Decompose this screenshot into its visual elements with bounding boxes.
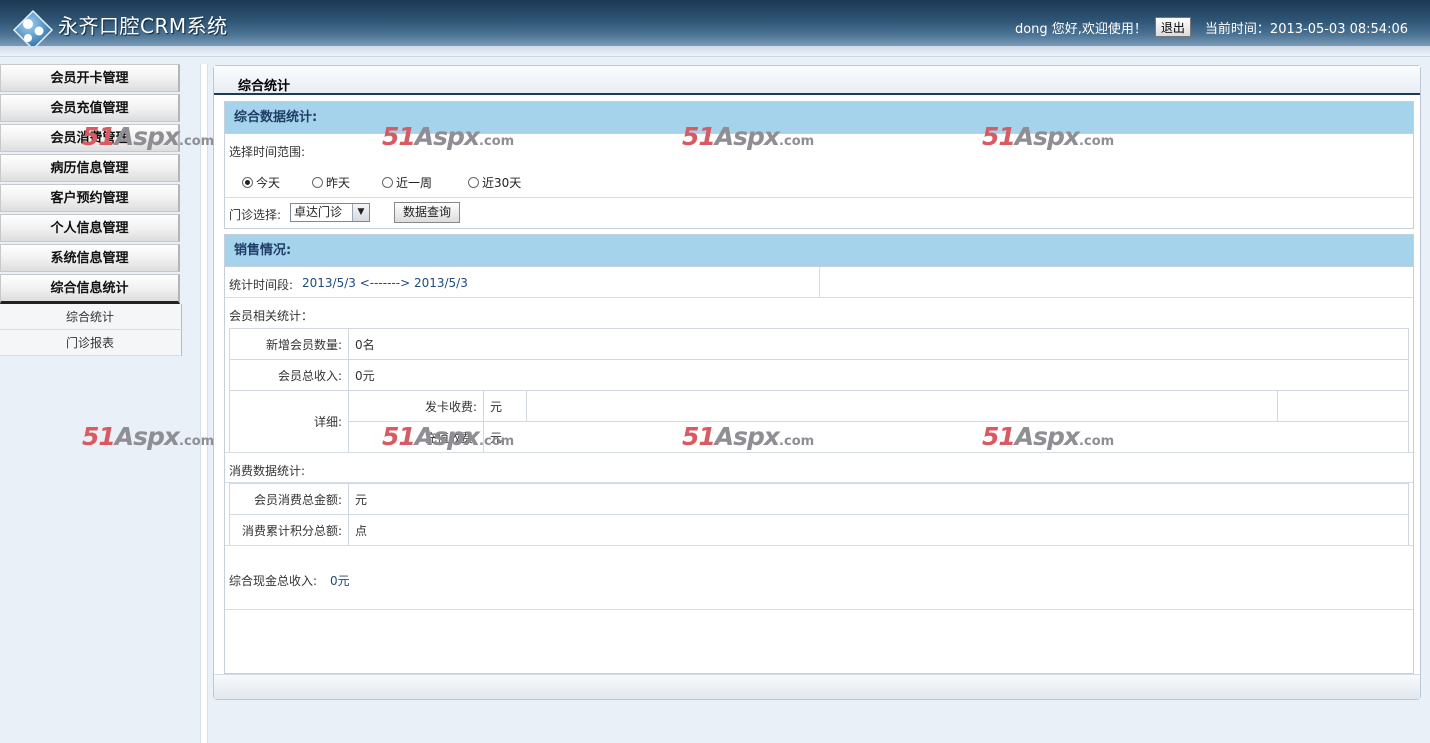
submenu-item-clinic-report[interactable]: 门诊报表 [0,330,180,356]
app-title: 永齐口腔CRM系统 [58,14,228,38]
sidebar: 会员开卡管理 会员充值管理 会员消费管理 病历信息管理 客户预约管理 个人信息管… [0,64,182,356]
period-value: 2013/5/3 <-------> 2013/5/3 [302,276,468,290]
table-row: 消费累计积分总额: 点 [229,514,1409,546]
sidebar-submenu: 综合统计 门诊报表 [0,304,182,356]
cash-income-row: 综合现金总收入: 0元 [225,545,1413,610]
radio-yesterday-label: 昨天 [326,176,351,190]
consume-total-label: 会员消费总金额: [229,483,349,515]
panel-header: 综合统计 [214,66,1420,95]
user-area: dong 您好,欢迎使用！ 退出 当前时间：2013-05-03 08:54:0… [1015,17,1408,37]
user-greeting: dong 您好,欢迎使用！ [1014,21,1147,37]
radio-last-30-days-dot[interactable] [468,177,479,188]
new-members-value: 0名 [348,328,1409,360]
clinic-select[interactable]: 卓达门诊 ▼ [290,203,370,222]
range-radio-row: 今天 昨天 近一周 近30天 [225,166,1413,198]
summary-section: 综合数据统计: 选择时间范围: 今天 昨天 近一周 近30天 门诊选择: 卓达门… [224,101,1414,229]
cash-income-label: 综合现金总收入: [229,574,318,588]
radio-last-30-days[interactable]: 近30天 [468,174,521,191]
member-stats-row: 会员相关统计： [225,298,1413,329]
radio-today-dot[interactable] [242,177,253,188]
member-income-value: 0元 [348,359,1409,391]
chevron-down-icon[interactable]: ▼ [352,204,369,221]
consume-total-value: 元 [348,483,1409,515]
sidebar-item-statistics[interactable]: 综合信息统计 [0,274,180,304]
range-label-row: 选择时间范围: [225,134,1413,166]
card-fee-value: 元 [483,390,527,422]
empty-cell [526,390,1278,422]
sidebar-item-system-info[interactable]: 系统信息管理 [0,244,180,272]
summary-heading: 综合数据统计: [225,102,1413,134]
consume-stats-row: 消费数据统计: [225,452,1413,483]
app-logo-icon [12,9,54,51]
radio-last-30-days-label: 近30天 [482,176,522,190]
radio-last-week[interactable]: 近一周 [382,174,432,191]
clinic-select-value: 卓达门诊 [294,205,343,219]
table-row: 新增会员数量: 0名 [229,328,1409,360]
logout-button[interactable]: 退出 [1154,17,1191,37]
radio-today[interactable]: 今天 [242,174,280,191]
main-panel: 综合统计 综合数据统计: 选择时间范围: 今天 昨天 近一周 近30天 门诊选择… [213,65,1421,700]
table-row: 会员消费总金额: 元 [229,483,1409,515]
recharge-fee-value: 元 [483,421,1409,453]
sales-section: 销售情况: 统计时间段: 2013/5/3 <-------> 2013/5/3… [224,234,1414,674]
sidebar-splitter[interactable] [200,64,208,743]
period-row: 统计时间段: 2013/5/3 <-------> 2013/5/3 [225,267,1413,298]
panel-footer [214,674,1420,699]
sidebar-item-member-card[interactable]: 会员开卡管理 [0,64,180,92]
header-band [0,46,1430,57]
detail-label: 详细: [229,390,349,453]
recharge-fee-label: 充值收费: [348,421,484,453]
clinic-row: 门诊选择: 卓达门诊 ▼ 数据查询 [225,198,1413,228]
query-button[interactable]: 数据查询 [394,202,460,223]
current-time: 当前时间：2013-05-03 08:54:06 [1204,21,1408,37]
range-label: 选择时间范围: [229,145,306,159]
cash-income-value: 0元 [330,574,350,588]
table-row: 会员总收入: 0元 [229,359,1409,391]
empty-cell [1277,390,1409,422]
consume-stats-table: 会员消费总金额: 元 消费累计积分总额: 点 [229,483,1409,546]
period-divider [819,267,820,297]
submenu-item-overall-stats[interactable]: 综合统计 [0,304,180,330]
sales-heading: 销售情况: [225,235,1413,267]
period-label: 统计时间段: [229,278,294,292]
sidebar-item-member-consume[interactable]: 会员消费管理 [0,124,180,152]
clinic-label: 门诊选择: [229,208,282,222]
table-row: 详细: 发卡收费: 元 [229,390,1409,453]
watermark-logo: 51Aspx.com [82,422,215,451]
top-header: 永齐口腔CRM系统 dong 您好,欢迎使用！ 退出 当前时间：2013-05-… [0,0,1430,51]
card-fee-label: 发卡收费: [348,390,484,422]
sidebar-item-member-recharge[interactable]: 会员充值管理 [0,94,180,122]
member-stats-table: 新增会员数量: 0名 会员总收入: 0元 详细: 发卡收费: 元 充值收费: 元 [229,328,1409,453]
radio-yesterday[interactable]: 昨天 [312,174,350,191]
table-row: 充值收费: 元 [230,421,1409,453]
sidebar-item-personal-info[interactable]: 个人信息管理 [0,214,180,242]
sidebar-item-medical-records[interactable]: 病历信息管理 [0,154,180,182]
sidebar-item-appointments[interactable]: 客户预约管理 [0,184,180,212]
points-total-value: 点 [348,514,1409,546]
radio-today-label: 今天 [256,176,281,190]
radio-last-week-dot[interactable] [382,177,393,188]
radio-yesterday-dot[interactable] [312,177,323,188]
member-income-label: 会员总收入: [229,359,349,391]
consume-stats-label: 消费数据统计: [229,464,306,478]
points-total-label: 消费累计积分总额: [229,514,349,546]
panel-title: 综合统计 [238,79,291,94]
radio-last-week-label: 近一周 [396,176,433,190]
new-members-label: 新增会员数量: [229,328,349,360]
member-stats-label: 会员相关统计： [229,309,314,323]
